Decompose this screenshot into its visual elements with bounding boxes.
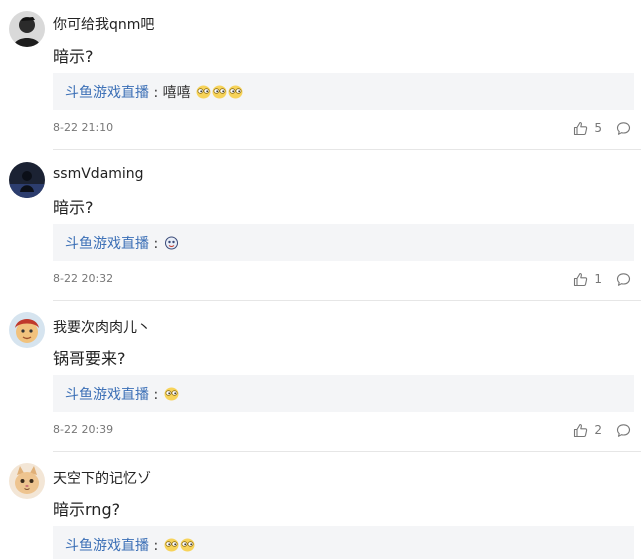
reply-box: 斗鱼游戏直播 : [53, 526, 634, 559]
reply-box: 斗鱼游戏直播 : 嘻嘻 [53, 73, 634, 110]
reply-colon: : [149, 387, 163, 403]
thumbs-up-icon[interactable] [573, 423, 588, 438]
comment-bubble-icon[interactable] [616, 121, 631, 136]
comment-actions: 2 [573, 421, 631, 439]
username[interactable]: 我要次肉肉儿丶 [53, 317, 151, 337]
reply-box: 斗鱼游戏直播 : [53, 375, 634, 412]
reply-box: 斗鱼游戏直播 : [53, 224, 634, 261]
reply-author-link[interactable]: 斗鱼游戏直播 [65, 236, 149, 252]
avatar[interactable] [9, 11, 45, 47]
comment-actions: 5 [573, 119, 631, 137]
smirk-emoji-icon [164, 538, 179, 552]
reply-author-link[interactable]: 斗鱼游戏直播 [65, 387, 149, 403]
divider [53, 451, 641, 452]
smirk-emoji-icon [196, 85, 211, 99]
cartoon-avatar-icon [9, 312, 45, 348]
dark-figure-avatar-icon [9, 11, 45, 47]
thumbs-up-icon[interactable] [573, 272, 588, 287]
avatar[interactable] [9, 312, 45, 348]
sticker-emoji-icon [164, 236, 178, 250]
like-count: 2 [594, 423, 602, 437]
timestamp: 8-22 20:32 [53, 272, 114, 285]
comment-text: 锅哥要来? [53, 349, 126, 368]
comment-bubble-icon[interactable] [616, 423, 631, 438]
avatar[interactable] [9, 162, 45, 198]
avatar[interactable] [9, 463, 45, 499]
comment-text: 暗示? [53, 47, 94, 66]
reply-text: 嘻嘻 [162, 85, 191, 101]
thumbs-up-icon[interactable] [573, 121, 588, 136]
timestamp: 8-22 20:39 [53, 423, 114, 436]
like-count: 5 [594, 121, 602, 135]
divider [53, 300, 641, 301]
divider [53, 149, 641, 150]
comment-bubble-icon[interactable] [616, 272, 631, 287]
reply-author-link[interactable]: 斗鱼游戏直播 [65, 538, 149, 554]
timestamp: 8-22 21:10 [53, 121, 114, 134]
username[interactable]: ssmVdaming [53, 166, 144, 182]
smirk-emoji-icon [228, 85, 243, 99]
reply-colon: : [149, 85, 163, 101]
comment-text: 暗示rng? [53, 500, 121, 519]
reply-colon: : [149, 538, 163, 554]
smirk-emoji-icon [164, 387, 179, 401]
reply-author-link[interactable]: 斗鱼游戏直播 [65, 85, 149, 101]
cat-avatar-icon [9, 463, 45, 499]
username[interactable]: 你可给我qnm吧 [53, 14, 154, 34]
reply-colon: : [149, 236, 163, 252]
like-count: 1 [594, 272, 602, 286]
smirk-emoji-icon [212, 85, 227, 99]
comment-actions: 1 [573, 270, 631, 288]
username[interactable]: 天空下的记忆ゾ [53, 468, 151, 488]
comment-text: 暗示? [53, 198, 94, 217]
smirk-emoji-icon [180, 538, 195, 552]
night-silhouette-avatar-icon [9, 162, 45, 198]
